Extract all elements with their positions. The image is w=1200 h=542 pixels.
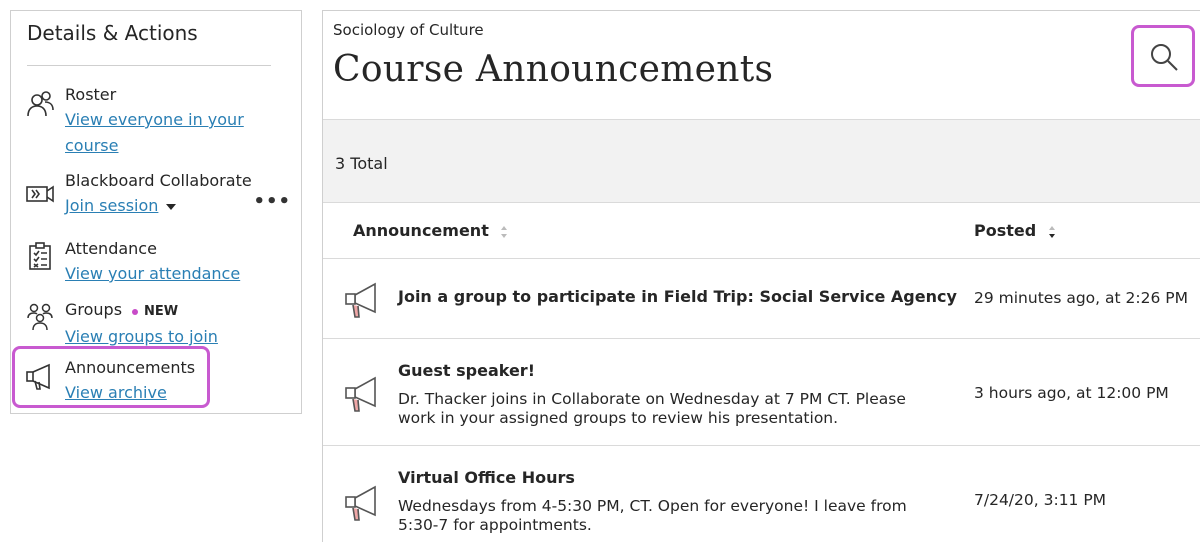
announcement-posted: 7/24/20, 3:11 PM — [974, 491, 1107, 509]
announcement-title: Guest speaker! — [398, 361, 535, 380]
sidebar-item-label: Attendance — [65, 239, 157, 258]
link-text: Join session — [65, 196, 159, 215]
column-header-posted[interactable]: Posted — [974, 221, 1056, 240]
sidebar-item-label: Blackboard Collaborate — [65, 171, 252, 190]
search-icon — [1151, 44, 1178, 71]
sort-descending-icon — [1048, 225, 1055, 238]
badge-text: NEW — [144, 304, 179, 319]
collaborate-icon — [25, 179, 55, 209]
attendance-icon — [25, 241, 55, 271]
body-line: work in your assigned groups to review h… — [398, 409, 839, 427]
link-line: course — [65, 136, 119, 155]
details-actions-panel: Details & Actions Roster View everyone i… — [10, 10, 302, 414]
column-header-label: Posted — [974, 221, 1037, 240]
announcements-panel: Sociology of Culture Course Announcement… — [322, 10, 1200, 542]
body-line: Dr. Thacker joins in Collaborate on Wedn… — [398, 390, 906, 408]
announcement-body: Dr. Thacker joins in Collaborate on Wedn… — [398, 390, 938, 428]
panel-divider — [27, 65, 271, 66]
table-row[interactable]: Join a group to participate in Field Tri… — [323, 259, 1200, 339]
sidebar-item-groups: Groups NEW View groups to join — [11, 298, 301, 350]
link-line: View everyone in your — [65, 110, 244, 129]
sidebar-item-label-row: Groups NEW — [65, 298, 265, 324]
panel-title: Details & Actions — [27, 21, 198, 45]
groups-icon — [25, 302, 55, 332]
table-row[interactable]: Virtual Office Hours Wednesdays from 4-5… — [323, 446, 1200, 542]
announcement-posted: 29 minutes ago, at 2:26 PM — [974, 289, 1188, 307]
course-name: Sociology of Culture — [333, 21, 484, 39]
column-header-announcement[interactable]: Announcement — [353, 221, 508, 240]
announcement-body: Wednesdays from 4-5:30 PM, CT. Open for … — [398, 497, 938, 535]
sidebar-item-label: Roster — [65, 85, 117, 104]
sidebar-item-collaborate: Blackboard Collaborate Join session ••• — [11, 169, 301, 225]
page-title: Course Announcements — [333, 49, 774, 90]
more-options-icon[interactable]: ••• — [253, 191, 291, 212]
announcement-title: Join a group to participate in Field Tri… — [398, 287, 957, 306]
roster-icon — [25, 89, 55, 119]
total-count: 3 Total — [335, 154, 388, 173]
sort-icon — [501, 225, 508, 238]
megaphone-icon — [343, 373, 383, 415]
announcement-posted: 3 hours ago, at 12:00 PM — [974, 384, 1169, 402]
chevron-down-icon — [166, 203, 177, 210]
body-line: Wednesdays from 4-5:30 PM, CT. Open for … — [398, 497, 907, 515]
total-bar: 3 Total — [323, 119, 1200, 203]
join-session-link[interactable]: Join session — [65, 193, 265, 219]
announcements-highlight — [12, 346, 210, 408]
search-button[interactable] — [1131, 25, 1195, 87]
view-attendance-link[interactable]: View your attendance — [65, 261, 265, 287]
table-row[interactable]: Guest speaker! Dr. Thacker joins in Coll… — [323, 339, 1200, 446]
megaphone-icon — [343, 279, 383, 321]
megaphone-icon — [343, 482, 383, 524]
view-roster-link[interactable]: View everyone in your course — [65, 107, 265, 159]
column-header-label: Announcement — [353, 221, 489, 240]
new-dot-icon — [132, 308, 139, 315]
announcement-title: Virtual Office Hours — [398, 468, 575, 487]
body-line: 5:30-7 for appointments. — [398, 516, 592, 534]
sidebar-item-roster: Roster View everyone in your course — [11, 83, 301, 163]
new-badge: NEW — [132, 300, 178, 324]
sidebar-item-attendance: Attendance View your attendance — [11, 237, 301, 289]
sidebar-item-label: Groups — [65, 300, 123, 319]
